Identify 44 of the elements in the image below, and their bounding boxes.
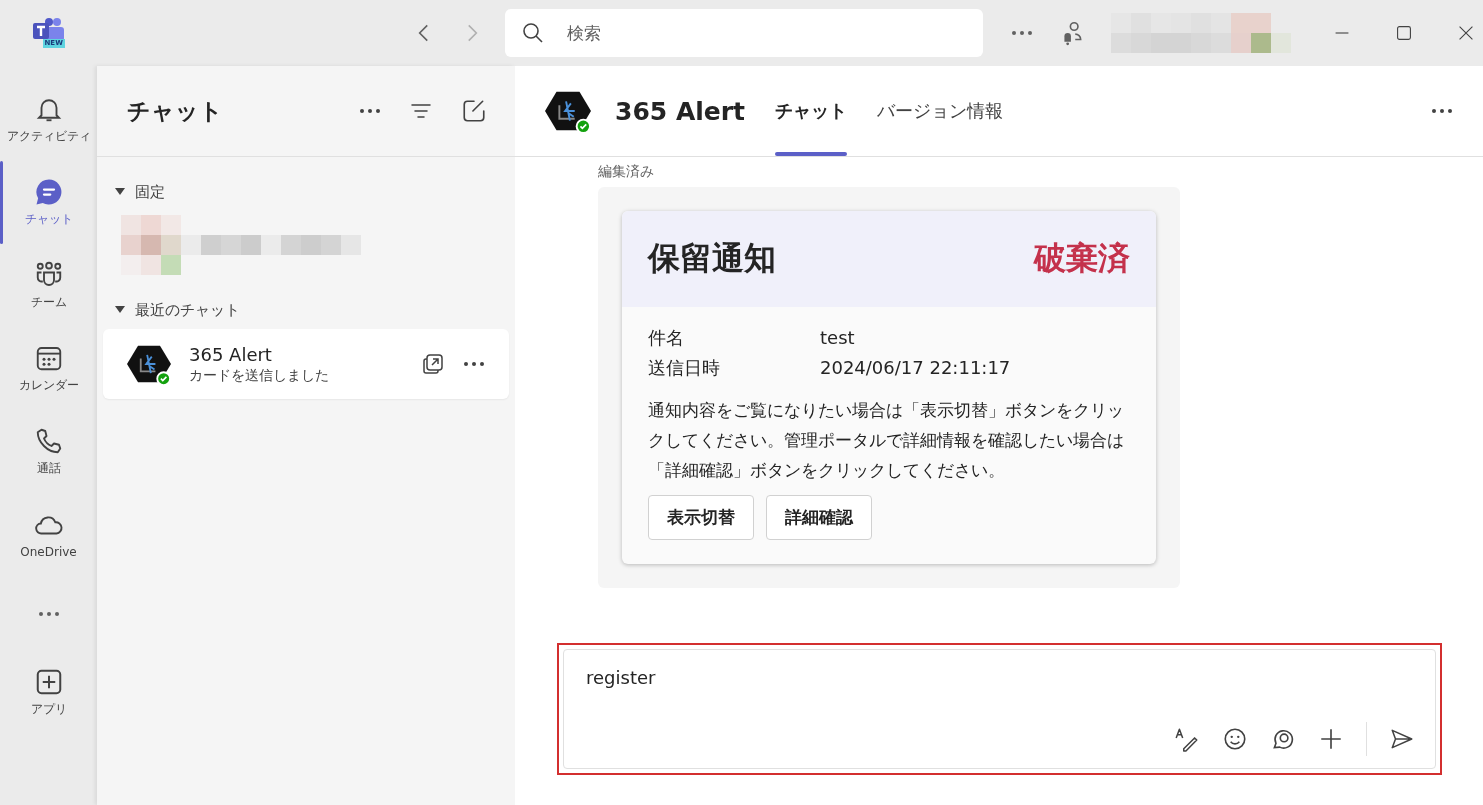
plus-icon[interactable] bbox=[1318, 726, 1344, 752]
card-action-button[interactable]: 詳細確認 bbox=[766, 495, 872, 540]
chat-preview: カードを送信しました bbox=[189, 366, 330, 385]
fact-value: test bbox=[820, 326, 855, 350]
tab[interactable]: チャット bbox=[775, 66, 848, 156]
card-message: 通知内容をご覧になりたい場合は「表示切替」ボタンをクリックしてください。管理ポータルで詳細情報を確認したい場合は「詳細確認」ボタンをクリックしてください。 bbox=[648, 399, 1125, 482]
more-icon[interactable] bbox=[37, 610, 60, 617]
format-icon[interactable] bbox=[1174, 726, 1200, 752]
app-logo-icon bbox=[31, 17, 66, 41]
caret-icon bbox=[115, 306, 125, 314]
chat-name: 365 Alert bbox=[189, 343, 273, 365]
search-icon bbox=[521, 21, 545, 45]
more-icon[interactable] bbox=[1011, 30, 1033, 36]
status-label: 破棄済 bbox=[1034, 238, 1130, 279]
edited-label: 編集済み bbox=[598, 163, 655, 181]
chat-bubble-icon bbox=[33, 177, 64, 207]
message-composer[interactable]: register bbox=[563, 649, 1436, 769]
nav-rail-item[interactable]: チャット bbox=[0, 161, 97, 244]
compose-icon[interactable] bbox=[461, 98, 487, 124]
chat-list-item[interactable]: 365 Alert カードを送信しました bbox=[103, 329, 509, 399]
message-input[interactable]: register bbox=[584, 666, 1415, 689]
card-title: 保留通知 bbox=[648, 238, 776, 279]
tab[interactable]: バージョン情報 bbox=[877, 66, 1004, 156]
section-header[interactable]: 最近のチャット bbox=[97, 295, 258, 325]
section-header[interactable]: 固定 bbox=[97, 177, 183, 207]
nav-rail-item[interactable]: アプリ bbox=[0, 651, 97, 734]
nav-rail-item[interactable]: OneDrive bbox=[0, 493, 97, 576]
more-icon[interactable] bbox=[463, 361, 485, 367]
pop-out-icon[interactable] bbox=[421, 352, 445, 376]
nav-rail-item[interactable]: アクティビティ bbox=[0, 78, 97, 161]
conversation-title: 365 Alert bbox=[615, 96, 746, 126]
fact-label: 送信日時 bbox=[648, 356, 721, 380]
more-icon[interactable] bbox=[359, 108, 381, 114]
more-icon[interactable] bbox=[1431, 108, 1453, 114]
fact-value: 2024/06/17 22:11:17 bbox=[820, 356, 1011, 380]
search-field[interactable]: 検索 bbox=[505, 9, 983, 57]
fact-label: 件名 bbox=[648, 326, 685, 350]
emoji-icon[interactable] bbox=[1222, 726, 1248, 752]
card-action-button[interactable]: 表示切替 bbox=[648, 495, 754, 540]
panel-title: チャット bbox=[127, 96, 224, 126]
nav-rail-item[interactable]: 通話 bbox=[0, 410, 97, 493]
nav-rail-item[interactable]: チーム bbox=[0, 244, 97, 327]
nav-rail-item[interactable]: カレンダー bbox=[0, 327, 97, 410]
caret-icon bbox=[115, 188, 125, 196]
